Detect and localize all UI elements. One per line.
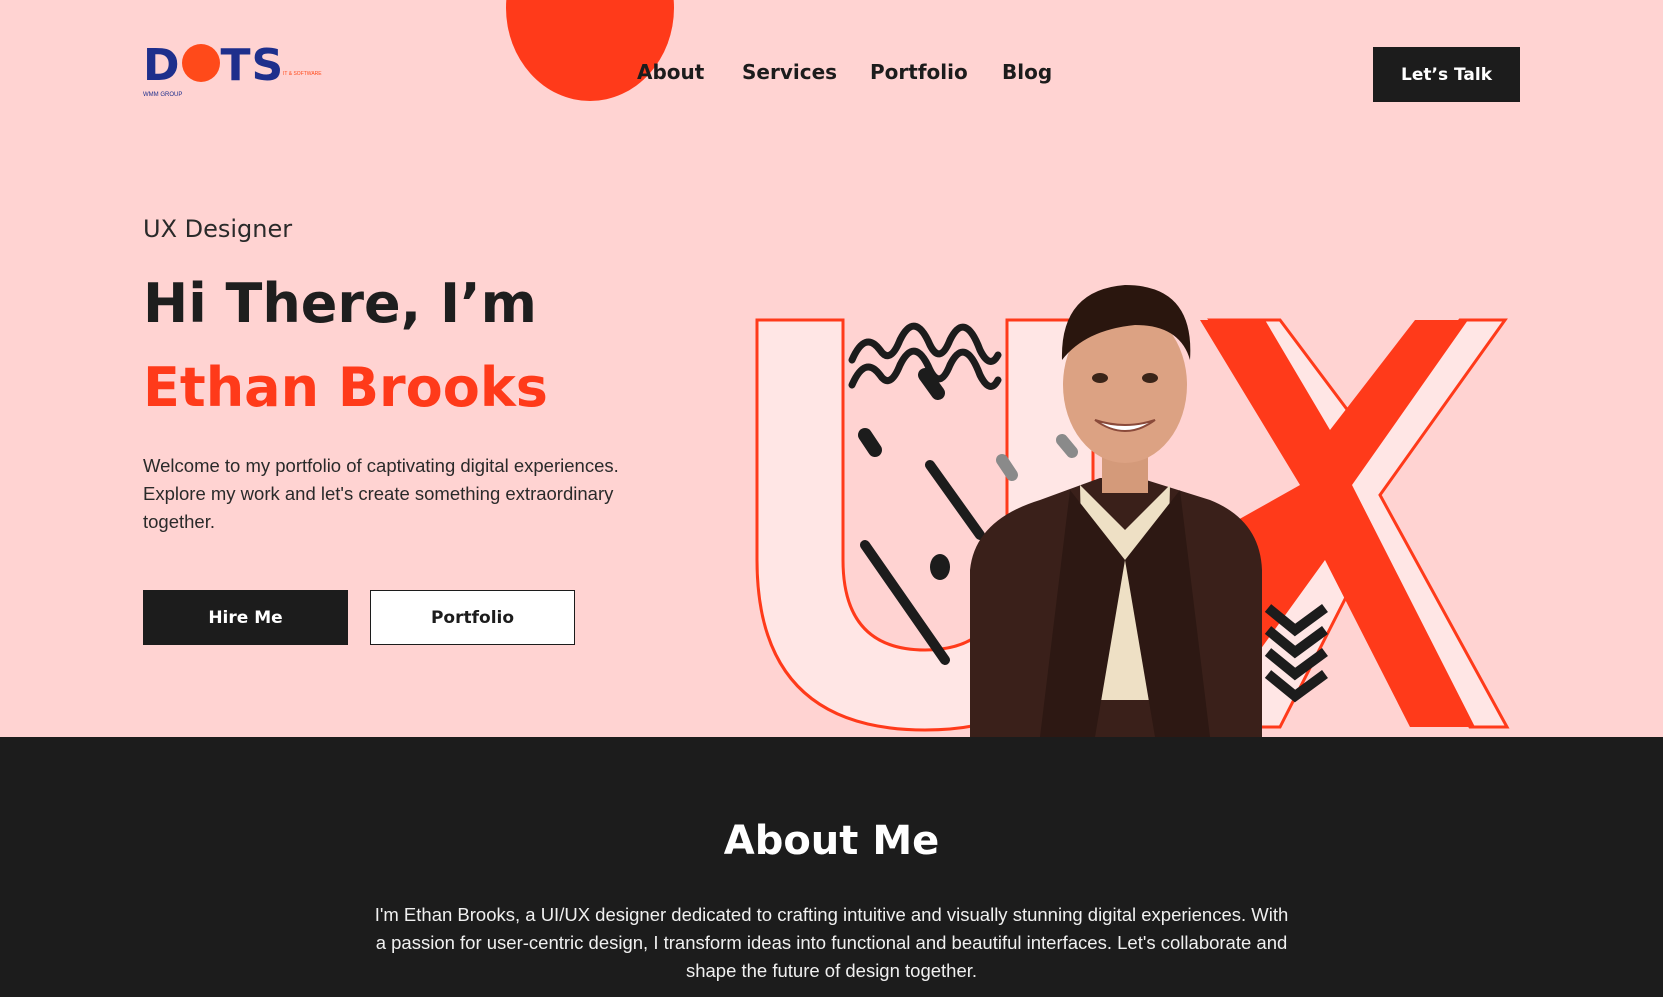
nav-services[interactable]: Services bbox=[742, 60, 837, 84]
portfolio-button[interactable]: Portfolio bbox=[370, 590, 575, 645]
dash-decoration bbox=[925, 460, 985, 540]
hire-me-button[interactable]: Hire Me bbox=[143, 590, 348, 645]
lets-talk-button[interactable]: Let’s Talk bbox=[1373, 47, 1520, 102]
dash-decoration bbox=[996, 454, 1018, 481]
hero-role: UX Designer bbox=[143, 215, 293, 243]
nav-about[interactable]: About bbox=[637, 60, 704, 84]
hero-ux-illustration bbox=[755, 285, 1510, 737]
nav-portfolio[interactable]: Portfolio bbox=[870, 60, 968, 84]
logo-tagline: IT & SOFTWARE bbox=[283, 71, 322, 77]
logo-wordmark: D TS bbox=[143, 40, 285, 91]
logo[interactable]: D TS WMM GROUP IT & SOFTWARE bbox=[143, 44, 323, 106]
hero-name: Ethan Brooks bbox=[143, 356, 548, 419]
decorative-circle bbox=[506, 0, 674, 101]
hero-greeting: Hi There, I’m bbox=[143, 272, 537, 335]
logo-bulb-icon bbox=[181, 44, 220, 82]
about-title: About Me bbox=[723, 818, 940, 864]
dash-decoration bbox=[858, 428, 882, 457]
dash-decoration bbox=[1056, 434, 1078, 458]
nav-blog[interactable]: Blog bbox=[1002, 60, 1052, 84]
logo-subtext: WMM GROUP bbox=[143, 92, 183, 98]
about-text: I'm Ethan Brooks, a UI/UX designer dedic… bbox=[374, 904, 1289, 981]
hero-intro: Welcome to my portfolio of captivating d… bbox=[143, 455, 619, 532]
dot-decoration bbox=[930, 554, 950, 580]
hero-section: D TS WMM GROUP IT & SOFTWARE About Servic… bbox=[0, 0, 1663, 737]
